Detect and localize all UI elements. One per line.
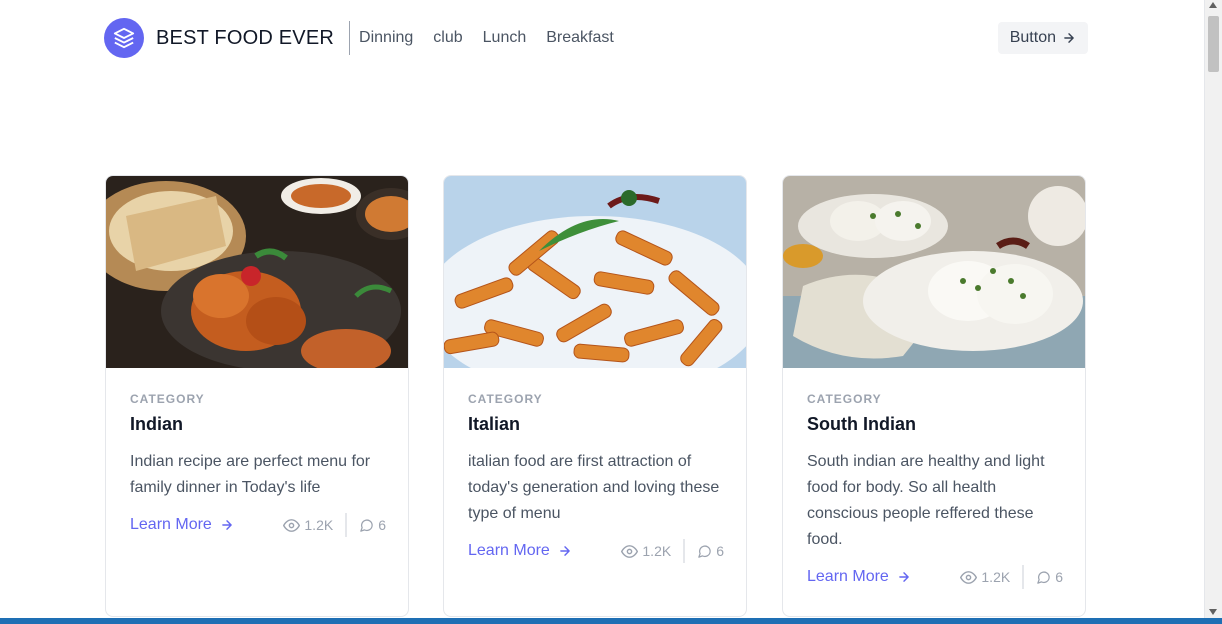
eye-icon: [621, 544, 639, 558]
comments-stat: 6: [359, 517, 386, 533]
header-button[interactable]: Button: [997, 22, 1088, 54]
card-stats: 1.2K 6: [621, 539, 724, 563]
header-button-label: Button: [1009, 29, 1056, 46]
vertical-scrollbar[interactable]: [1204, 0, 1222, 618]
nav-link-club[interactable]: club: [433, 29, 462, 47]
card-meta: Learn More 1.2K 6: [130, 513, 386, 537]
south-indian-food-image: [783, 176, 1085, 368]
card-description: italian food are first attraction of tod…: [468, 453, 720, 522]
food-card-italian: CATEGORY Italian italian food are first …: [443, 175, 747, 617]
nav-link-lunch[interactable]: Lunch: [483, 29, 527, 47]
card-title: Indian: [130, 414, 183, 434]
eye-icon: [283, 518, 301, 532]
learn-more-label: Learn More: [468, 542, 550, 559]
brand-name[interactable]: BEST FOOD EVER: [156, 27, 334, 50]
nav-link-breakfast[interactable]: Breakfast: [546, 29, 614, 47]
site-header: BEST FOOD EVER Dinning club Lunch Breakf…: [104, 18, 1088, 58]
card-category: CATEGORY: [468, 392, 543, 406]
learn-more-label: Learn More: [130, 516, 212, 533]
stats-divider: [1022, 565, 1025, 589]
card-meta: Learn More 1.2K 6: [468, 539, 724, 563]
card-body: CATEGORY Italian italian food are first …: [468, 392, 724, 563]
comments-count: 6: [378, 517, 386, 533]
header-divider: [349, 21, 351, 55]
scroll-up-icon[interactable]: [1209, 2, 1217, 8]
learn-more-link[interactable]: Learn More: [130, 516, 234, 534]
card-title: Italian: [468, 414, 521, 434]
arrow-right-icon: [560, 546, 570, 556]
card-body: CATEGORY Indian Indian recipe are perfec…: [130, 392, 386, 537]
comments-count: 6: [716, 543, 724, 559]
views-stat: 1.2K: [960, 569, 1010, 586]
card-stats: 1.2K 6: [960, 565, 1063, 589]
card-description: South indian are healthy and light food …: [807, 453, 1045, 548]
comments-stat: 6: [1036, 569, 1063, 585]
indian-food-image: [106, 176, 408, 368]
status-bar: [0, 618, 1222, 624]
comments-count: 6: [1055, 569, 1063, 585]
views-stat: 1.2K: [283, 517, 333, 534]
views-count: 1.2K: [981, 569, 1011, 585]
views-count: 1.2K: [304, 517, 334, 533]
learn-more-link[interactable]: Learn More: [468, 542, 572, 560]
card-category: CATEGORY: [807, 392, 882, 406]
arrow-right-icon: [899, 572, 909, 582]
comment-icon: [360, 518, 373, 532]
food-card-indian: CATEGORY Indian Indian recipe are perfec…: [105, 175, 409, 617]
card-category: CATEGORY: [130, 392, 205, 406]
learn-more-label: Learn More: [807, 568, 889, 585]
comment-icon: [698, 544, 711, 558]
arrow-right-icon: [1064, 33, 1074, 43]
card-description: Indian recipe are perfect menu for famil…: [130, 453, 371, 496]
views-count: 1.2K: [642, 543, 672, 559]
arrow-right-icon: [222, 520, 232, 530]
card-meta: Learn More 1.2K 6: [807, 565, 1063, 589]
layers-logo-icon[interactable]: [104, 18, 144, 58]
comment-icon: [1037, 570, 1050, 584]
card-title: South Indian: [807, 414, 916, 434]
nav-link-dinning[interactable]: Dinning: [359, 29, 413, 47]
learn-more-link[interactable]: Learn More: [807, 568, 911, 586]
scrollbar-thumb[interactable]: [1208, 16, 1219, 72]
views-stat: 1.2K: [621, 543, 671, 560]
card-stats: 1.2K 6: [283, 513, 386, 537]
main-nav: Dinning club Lunch Breakfast: [359, 29, 634, 47]
stats-divider: [345, 513, 348, 537]
italian-food-image: [444, 176, 746, 368]
eye-icon: [960, 570, 978, 584]
food-card-south-indian: CATEGORY South Indian South indian are h…: [782, 175, 1086, 617]
comments-stat: 6: [697, 543, 724, 559]
stats-divider: [683, 539, 686, 563]
card-body: CATEGORY South Indian South indian are h…: [807, 392, 1063, 589]
scroll-down-icon[interactable]: [1209, 609, 1217, 615]
